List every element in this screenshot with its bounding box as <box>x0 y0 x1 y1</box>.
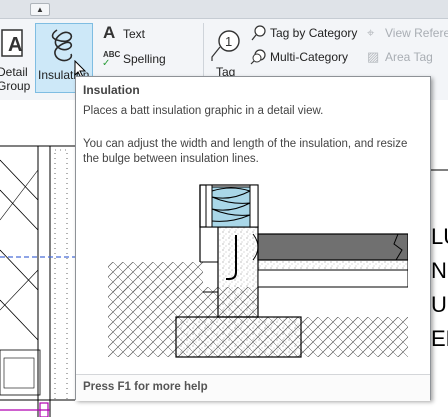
tag-by-category-icon <box>251 25 266 41</box>
svg-text:A: A <box>8 34 22 56</box>
text-button[interactable]: A Text <box>100 23 160 43</box>
svg-text:1: 1 <box>225 34 232 49</box>
view-reference-button[interactable]: ⌖ View Refere <box>367 25 448 43</box>
multi-category-icon <box>250 49 266 65</box>
multi-category-button[interactable]: Multi-Category <box>250 49 362 67</box>
drawing-partial-text-4: ER <box>431 326 448 351</box>
view-reference-label: View Refere <box>385 26 448 40</box>
drawing-partial-text-3: U <box>431 292 447 317</box>
tag-icon: 1 <box>211 30 240 61</box>
tooltip-help-text: Press F1 for more help <box>83 381 208 393</box>
spelling-button[interactable]: ABC ✓ Spelling <box>100 49 170 69</box>
view-reference-icon: ⌖ <box>367 25 375 40</box>
spelling-label: Spelling <box>123 52 166 66</box>
qat-dropdown-button[interactable]: ▲ <box>30 3 50 16</box>
text-label: Text <box>123 27 146 41</box>
insulation-tooltip: Insulation Places a batt insulation grap… <box>75 76 431 401</box>
drawing-partial-text-1: LU <box>431 224 448 249</box>
text-icon: A <box>103 23 116 42</box>
area-tag-label: Area Tag <box>385 50 433 64</box>
tag-by-category-button[interactable]: Tag by Category <box>250 25 362 43</box>
tooltip-title: Insulation <box>83 83 140 97</box>
drawing-partial-text-2: N <box>431 258 447 283</box>
chevron-up-icon: ▲ <box>36 5 44 14</box>
multi-category-label: Multi-Category <box>270 50 349 64</box>
tooltip-summary: Places a batt insulation graphic in a de… <box>83 105 324 117</box>
spell-check-icon: ✓ <box>102 58 111 69</box>
insulation-detail-illustration <box>108 184 408 358</box>
detail-group-button[interactable]: A Detail Group <box>0 19 33 97</box>
tag-by-category-label: Tag by Category <box>270 26 358 40</box>
quick-access-toolbar: ▲ <box>0 0 448 19</box>
detail-group-label-2: Group <box>0 79 31 93</box>
detail-group-label-1: Detail <box>0 65 28 79</box>
tooltip-description: You can adjust the width and length of t… <box>83 138 408 165</box>
tooltip-footer: Press F1 for more help <box>76 374 430 401</box>
area-tag-icon: ▨ <box>367 49 380 64</box>
area-tag-button[interactable]: ▨ Area Tag <box>367 49 448 67</box>
detail-group-icon: A <box>1 29 23 57</box>
insulation-icon <box>51 29 73 62</box>
